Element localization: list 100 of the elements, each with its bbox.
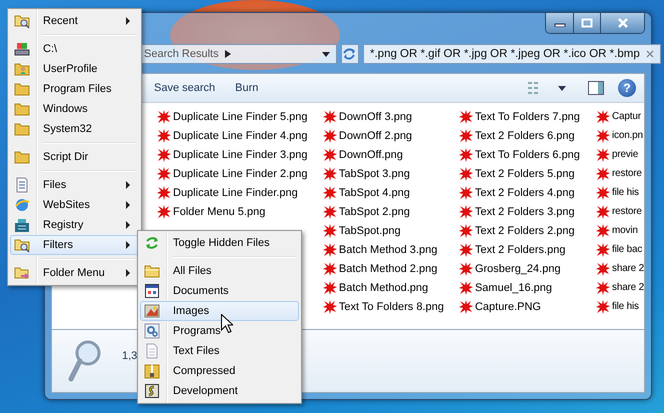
image-file-icon xyxy=(595,128,612,144)
file-item[interactable]: restore xyxy=(595,164,644,183)
maximize-button[interactable] xyxy=(573,13,600,33)
file-item[interactable]: Text To Folders 6.png xyxy=(458,145,596,164)
image-file-icon xyxy=(322,280,338,296)
file-item[interactable]: Batch Method 2.png xyxy=(322,259,458,278)
menu-item[interactable]: Images xyxy=(140,301,299,321)
file-item[interactable]: previe xyxy=(595,145,644,164)
search-icon xyxy=(68,339,102,383)
refresh-button[interactable] xyxy=(341,44,359,64)
image-file-icon xyxy=(322,204,338,220)
menu-item[interactable]: Program Files xyxy=(10,79,139,99)
image-file-icon xyxy=(322,108,338,124)
image-file-icon xyxy=(458,108,474,124)
file-item[interactable]: TabSpot 2.png xyxy=(322,202,458,221)
file-item[interactable]: DownOff.png xyxy=(322,145,458,164)
minimize-button[interactable] xyxy=(546,13,573,33)
file-item[interactable]: DownOff 2.png xyxy=(322,126,458,145)
file-item[interactable]: Text 2 Folders 3.png xyxy=(458,202,596,221)
file-item[interactable]: DownOff 3.png xyxy=(322,107,458,126)
image-file-icon xyxy=(322,128,338,144)
menu-item[interactable]: Filters xyxy=(10,235,139,255)
clear-icon[interactable] xyxy=(646,50,654,58)
file-item[interactable]: Text 2 Folders 2.png xyxy=(458,221,596,240)
folder-icon xyxy=(144,263,160,279)
image-file-icon xyxy=(156,108,172,124)
image-file-icon xyxy=(322,146,338,162)
menu-item[interactable]: Programs xyxy=(140,321,299,341)
file-item[interactable]: Duplicate Line Finder 3.png xyxy=(156,145,322,164)
menu-item[interactable]: Documents xyxy=(140,281,299,301)
file-item[interactable]: Capture.PNG xyxy=(458,297,596,316)
file-item[interactable]: share 2 xyxy=(595,278,644,297)
menu-item[interactable]: System32 xyxy=(10,119,139,139)
gear-icon xyxy=(144,323,160,339)
menu-item[interactable]: Development xyxy=(140,381,299,401)
folder-icon xyxy=(14,149,30,165)
file-item[interactable]: TabSpot 3.png xyxy=(322,164,458,183)
file-item[interactable]: Text 2 Folders 4.png xyxy=(458,183,596,202)
file-item[interactable]: Folder Menu 5.png xyxy=(156,202,322,221)
image-file-icon xyxy=(156,166,172,182)
caret-icon[interactable] xyxy=(558,86,566,90)
menu-item[interactable]: Files xyxy=(10,175,139,195)
file-item[interactable]: icon.pn xyxy=(595,126,644,145)
file-item[interactable]: Samuel_16.png xyxy=(458,278,596,297)
image-file-icon xyxy=(595,242,612,258)
image-file-icon xyxy=(595,298,612,314)
file-item[interactable]: TabSpot.png xyxy=(322,221,458,240)
file-item[interactable]: Duplicate Line Finder 5.png xyxy=(156,107,322,126)
menu-item[interactable]: Script Dir xyxy=(10,147,139,167)
file-item[interactable]: file his xyxy=(595,183,644,202)
image-file-icon xyxy=(458,184,474,200)
menu-item[interactable]: Windows xyxy=(10,99,139,119)
menu-item[interactable]: All Files xyxy=(140,261,299,281)
toolbar-button[interactable]: Burn xyxy=(229,80,264,96)
menu-item[interactable]: Compressed xyxy=(140,361,299,381)
menu-item[interactable]: Registry xyxy=(10,215,139,235)
file-item[interactable]: Duplicate Line Finder 2.png xyxy=(156,164,322,183)
file-item[interactable]: file bac xyxy=(595,240,644,259)
image-file-icon xyxy=(595,166,612,182)
file-item[interactable]: Batch Method 3.png xyxy=(322,240,458,259)
image-file-icon xyxy=(322,298,338,314)
file-item[interactable]: share 2 xyxy=(595,259,644,278)
file-item[interactable]: TabSpot 4.png xyxy=(322,183,458,202)
close-icon xyxy=(616,18,628,28)
breadcrumb[interactable]: Search Results xyxy=(144,48,219,60)
file-item[interactable]: file his xyxy=(595,297,644,316)
file-item[interactable]: Grosberg_24.png xyxy=(458,259,596,278)
menu-item[interactable]: WebSites xyxy=(10,195,139,215)
menu-item[interactable]: Toggle Hidden Files xyxy=(140,233,299,253)
file-item[interactable]: Batch Method.png xyxy=(322,278,458,297)
menu-item[interactable]: Folder Menu xyxy=(10,263,139,283)
menu-item[interactable]: Text Files xyxy=(140,341,299,361)
file-item[interactable]: Text 2 Folders 5.png xyxy=(458,164,596,183)
menu-item[interactable]: Recent xyxy=(10,11,139,31)
folder-icon xyxy=(14,81,30,97)
preview-pane-icon[interactable] xyxy=(588,81,604,95)
file-item[interactable]: Text 2 Folders.png xyxy=(458,240,596,259)
image-file-icon xyxy=(595,280,612,296)
search-field[interactable]: *.png OR *.gif OR *.jpg OR *.jpeg OR *.ico OR *.bmp xyxy=(363,44,661,64)
chevron-icon[interactable] xyxy=(224,50,231,58)
search-folder-icon xyxy=(14,13,30,29)
arrows-icon xyxy=(144,235,160,251)
image-file-icon xyxy=(595,222,612,238)
dropdown-caret-icon[interactable] xyxy=(322,52,330,56)
script-icon xyxy=(144,383,160,399)
close-button[interactable] xyxy=(600,13,644,33)
file-item[interactable]: Text To Folders 8.png xyxy=(322,297,458,316)
image-file-icon xyxy=(458,222,474,238)
file-item[interactable]: Duplicate Line Finder 4.png xyxy=(156,126,322,145)
file-item[interactable]: movin xyxy=(595,221,644,240)
file-item[interactable]: Duplicate Line Finder.png xyxy=(156,183,322,202)
file-item[interactable]: restore xyxy=(595,202,644,221)
file-item[interactable]: Text 2 Folders 6.png xyxy=(458,126,596,145)
image-file-icon xyxy=(458,146,474,162)
file-item[interactable]: Text To Folders 7.png xyxy=(458,107,596,126)
image-file-icon xyxy=(322,166,338,182)
item-count: 1,3 xyxy=(122,350,138,362)
image-file-icon xyxy=(595,108,612,124)
file-item[interactable]: Captur xyxy=(595,107,644,126)
toolbar-button[interactable]: Save search xyxy=(148,80,222,96)
